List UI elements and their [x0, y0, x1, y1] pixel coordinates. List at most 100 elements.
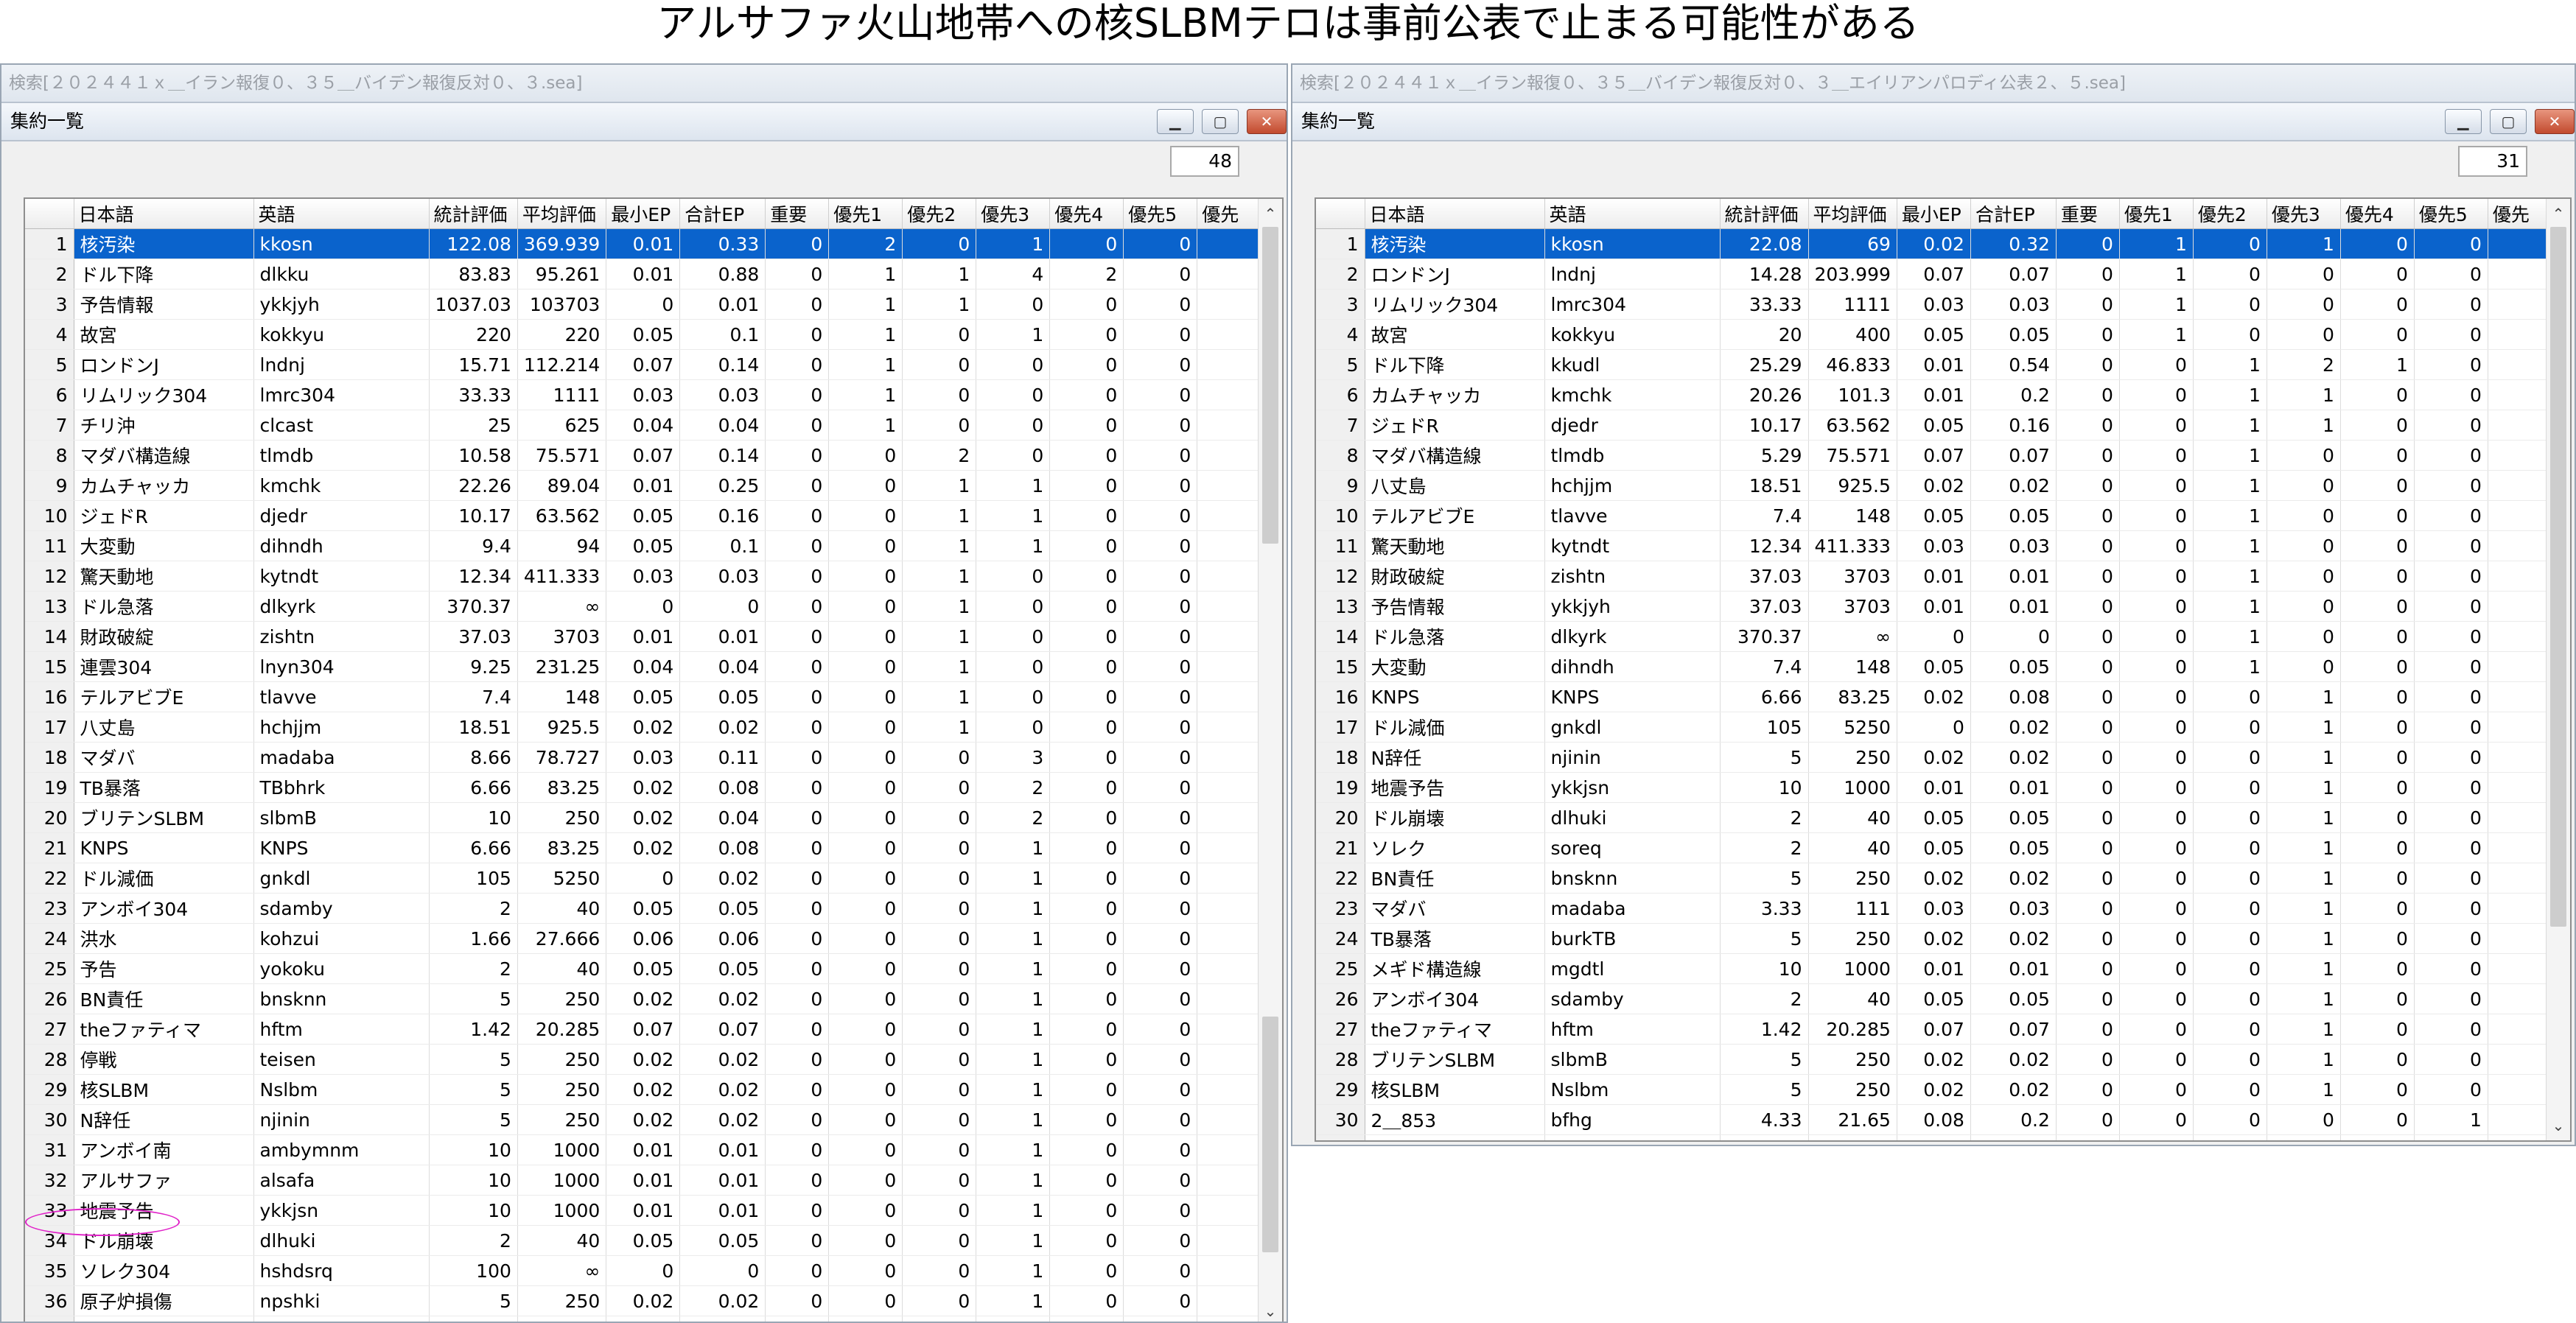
table-row[interactable]: 26 アンボイ304 sdamby 2 40 0.05 0.05 0 0 0 1 0 0 [1316, 983, 2547, 1014]
table-row[interactable]: 18 N辞任 njinin 5 250 0.02 0.02 0 0 0 1 0 0 [1316, 742, 2547, 773]
table-row[interactable]: 11 大変動 dihndh 9.4 94 0.05 0.1 0 0 1 1 0 0 [25, 530, 1260, 561]
table-row[interactable]: 13 ドル急落 dlkyrk 370.37 ∞ 0 0 0 0 1 0 0 0 [25, 591, 1260, 622]
vertical-scrollbar[interactable]: ⌃ ⌄ [2546, 199, 2570, 1140]
table-row[interactable]: 30 2＿853 bfhg 4.33 21.65 0.08 0.2 0 0 0 0 0 1 [1316, 1104, 2547, 1135]
count-field[interactable]: 48 [1170, 146, 1239, 177]
table-row[interactable]: 12 驚天動地 kytndt 12.34 411.333 0.03 0.03 0 0 1 0 0 0 [25, 561, 1260, 592]
table-row[interactable]: 22 ドル減価 gnkdl 105 5250 0 0.02 0 0 0 1 0 0 [25, 863, 1260, 894]
table-row[interactable]: 26 BN責任 bnsknn 5 250 0.02 0.02 0 0 0 1 0 0 [25, 983, 1260, 1014]
column-header[interactable]: 最小EP [606, 199, 681, 229]
column-header[interactable]: 平均評価 [517, 199, 607, 229]
column-header[interactable]: 合計EP [679, 199, 766, 229]
table-row[interactable]: 3 予告情報 ykkjyh 1037.03 103703 0 0.01 0 1 1 0 0 0 [25, 289, 1260, 320]
column-header[interactable]: 英語 [1544, 199, 1721, 229]
table-row[interactable]: 9 カムチャッカ kmchk 22.26 89.04 0.01 0.25 0 0 1 1 0 0 [25, 470, 1260, 501]
table-row[interactable]: 19 地震予告 ykkjsn 10 1000 0.01 0.01 0 0 0 1 0 0 [1316, 772, 2547, 803]
table-row[interactable]: 34 ドル崩壊 dlhuki 2 40 0.05 0.05 0 0 0 1 0 0 [25, 1225, 1260, 1256]
scroll-thumb[interactable] [2550, 227, 2566, 927]
table-row[interactable]: 14 財政破綻 zishtn 37.03 3703 0.01 0.01 0 0 1 0 0 0 [25, 621, 1260, 652]
table-row[interactable]: 31KNPPknpp1.4220.2850.070.07000000 [1316, 1134, 2547, 1140]
table-row[interactable]: 4 故宮 kokkyu 20 400 0.05 0.05 0 1 0 0 0 0 [1316, 319, 2547, 350]
table-row[interactable]: 12 財政破綻 zishtn 37.03 3703 0.01 0.01 0 0 1 0 0 0 [1316, 561, 2547, 592]
vertical-scrollbar[interactable]: ⌃ ⌄ [1258, 199, 1282, 1322]
table-row[interactable]: 10 テルアビブE tlavve 7.4 148 0.05 0.05 0 0 1 0 0 0 [1316, 500, 2547, 531]
table-row[interactable]: 2 ロンドンJ lndnj 14.28 203.999 0.07 0.07 0 1 0 0 0 0 [1316, 259, 2547, 289]
scroll-down-icon[interactable]: ⌄ [1259, 1299, 1282, 1322]
table-row[interactable]: 19 TB暴落 TBbhrk 6.66 83.25 0.02 0.08 0 0 0 2 0 0 [25, 772, 1260, 803]
column-header[interactable]: 優先3 [976, 199, 1051, 229]
table-row[interactable]: 5 ドル下降 kkudl 25.29 46.833 0.01 0.54 0 0 1 2 1 0 [1316, 349, 2547, 380]
column-header[interactable]: 優先5 [2414, 199, 2488, 229]
table-row[interactable]: 29 核SLBM Nslbm 5 250 0.02 0.02 0 0 0 1 0 0 [25, 1074, 1260, 1105]
column-header[interactable]: 合計EP [1970, 199, 2057, 229]
table-row[interactable]: 18 マダバ madaba 8.66 78.727 0.03 0.11 0 0 0 3 0 0 [25, 742, 1260, 773]
close-button[interactable]: ✕ [2535, 109, 2575, 134]
table-row[interactable]: 8 マダバ構造線 tlmdb 10.58 75.571 0.07 0.14 0 0 2 0 0 0 [25, 440, 1260, 471]
table-row[interactable]: 25 メギド構造線 mgdtl 10 1000 0.01 0.01 0 0 0 1 0 0 [1316, 953, 2547, 984]
table-row[interactable]: 5 ロンドンJ lndnj 15.71 112.214 0.07 0.14 0 1 0 0 0 0 [25, 349, 1260, 380]
table-row[interactable]: 7 チリ沖 clcast 25 625 0.04 0.04 0 1 0 0 0 0 [25, 410, 1260, 441]
column-header[interactable]: 日本語 [1365, 199, 1545, 229]
table-row[interactable]: 29 核SLBM Nslbm 5 250 0.02 0.02 0 0 0 1 0 0 [1316, 1074, 2547, 1105]
table-row[interactable]: 28 停戦 teisen 5 250 0.02 0.02 0 0 0 1 0 0 [25, 1044, 1260, 1075]
column-header[interactable]: 優先2 [2193, 199, 2267, 229]
table-row[interactable]: 7 ジェドR djedr 10.17 63.562 0.05 0.16 0 0 1 1 0 0 [1316, 410, 2547, 441]
scroll-up-icon[interactable]: ⌃ [2547, 202, 2570, 225]
count-field[interactable]: 31 [2458, 146, 2527, 177]
column-header[interactable]: 優先1 [828, 199, 903, 229]
table-row[interactable]: 35 ソレク304 hshdsrq 100 ∞ 0 0 0 0 0 1 0 0 [25, 1255, 1260, 1286]
table-row[interactable]: 32 アルサファ alsafa 10 1000 0.01 0.01 0 0 0 1 0 0 [25, 1165, 1260, 1196]
column-header[interactable]: 優先 [1197, 199, 1260, 229]
column-header[interactable]: 日本語 [74, 199, 254, 229]
table-row[interactable]: 33 地震予告 ykkjsn 10 1000 0.01 0.01 0 0 0 1 0 0 [25, 1195, 1260, 1226]
table-row[interactable]: 16 KNPS KNPS 6.66 83.25 0.02 0.08 0 0 0 1 0 0 [1316, 681, 2547, 712]
table-row[interactable]: 2 ドル下降 dlkku 83.83 95.261 0.01 0.88 0 1 1 4 2 0 [25, 259, 1260, 289]
table-row[interactable]: 1 核汚染 kkosn 22.08 69 0.02 0.32 0 1 0 1 0 0 [1316, 228, 2547, 259]
table-row[interactable]: 30 N辞任 njinin 5 250 0.02 0.02 0 0 0 1 0 0 [25, 1104, 1260, 1135]
results-grid[interactable]: 日本語 英語 統計評価 平均評価 最小EP 合計EP 重要 優先1 優先2 優先3 優先4 優先5 優先… [24, 197, 1284, 1322]
column-header[interactable]: 重要 [765, 199, 830, 229]
maximize-button[interactable]: ▢ [2489, 109, 2527, 134]
maximize-button[interactable]: ▢ [1201, 109, 1239, 134]
minimize-button[interactable]: ▁ [2444, 109, 2482, 134]
column-header[interactable]: 英語 [253, 199, 430, 229]
column-header[interactable]: 優先1 [2119, 199, 2194, 229]
table-row[interactable]: 27 theファティマ hftm 1.42 20.285 0.07 0.07 0 0 0 1 0 0 [1316, 1014, 2547, 1045]
column-header[interactable]: 優先5 [1123, 199, 1198, 229]
results-grid[interactable]: 日本語 英語 統計評価 平均評価 最小EP 合計EP 重要 優先1 優先2 優先3 優先4 優先5 優先… [1315, 197, 2572, 1142]
table-row[interactable]: 23 マダバ madaba 3.33 111 0.03 0.03 0 0 0 1 0 0 [1316, 893, 2547, 924]
table-row[interactable]: 20 ドル崩壊 dlhuki 2 40 0.05 0.05 0 0 0 1 0 0 [1316, 802, 2547, 833]
table-row[interactable]: 3 リムリック304 lmrc304 33.33 1111 0.03 0.03 0 1 0 0 0 0 [1316, 289, 2547, 320]
table-row[interactable]: 27 theファティマ hftm 1.42 20.285 0.07 0.07 0 0 0 1 0 0 [25, 1014, 1260, 1045]
table-row[interactable]: 22 BN責任 bnsknn 5 250 0.02 0.02 0 0 0 1 0 0 [1316, 863, 2547, 894]
table-row[interactable]: 11 驚天動地 kytndt 12.34 411.333 0.03 0.03 0 0 1 0 0 0 [1316, 530, 2547, 561]
column-header[interactable]: 平均評価 [1808, 199, 1897, 229]
column-header-index[interactable] [1316, 199, 1365, 229]
table-row[interactable]: 15 連雲304 lnyn304 9.25 231.25 0.04 0.04 0 0 1 0 0 0 [25, 651, 1260, 682]
table-row[interactable]: 10 ジェドR djedr 10.17 63.562 0.05 0.16 0 0 1 1 0 0 [25, 500, 1260, 531]
table-row[interactable]: 24 TB暴落 burkTB 5 250 0.02 0.02 0 0 0 1 0 0 [1316, 923, 2547, 954]
table-row[interactable]: 6 カムチャッカ kmchk 20.26 101.3 0.01 0.2 0 0 1 1 0 0 [1316, 379, 2547, 410]
column-header[interactable]: 優先3 [2267, 199, 2341, 229]
table-row[interactable]: 16 テルアビブE tlavve 7.4 148 0.05 0.05 0 0 1 0 0 0 [25, 681, 1260, 712]
close-button[interactable]: ✕ [1247, 109, 1287, 134]
scroll-down-icon[interactable]: ⌄ [2547, 1114, 2570, 1137]
table-row[interactable]: 37BN停戦tisnbn1010000.010.01000100 [25, 1316, 1260, 1322]
table-row[interactable]: 17 八丈島 hchjjm 18.51 925.5 0.02 0.02 0 0 1 0 0 0 [25, 712, 1260, 743]
column-header[interactable]: 優先2 [902, 199, 977, 229]
table-row[interactable]: 24 洪水 kohzui 1.66 27.666 0.06 0.06 0 0 0 1 0 0 [25, 923, 1260, 954]
table-row[interactable]: 36 原子炉損傷 npshki 5 250 0.02 0.02 0 0 0 1 0 0 [25, 1285, 1260, 1316]
column-header[interactable]: 優先4 [1049, 199, 1124, 229]
minimize-button[interactable]: ▁ [1156, 109, 1194, 134]
scroll-thumb[interactable] [1262, 227, 1278, 544]
column-header[interactable]: 優先4 [2340, 199, 2415, 229]
column-header[interactable]: 重要 [2056, 199, 2120, 229]
table-row[interactable]: 17 ドル減価 gnkdl 105 5250 0 0.02 0 0 0 1 0 0 [1316, 712, 2547, 743]
scroll-up-icon[interactable]: ⌃ [1259, 202, 1282, 225]
column-header[interactable]: 統計評価 [429, 199, 518, 229]
table-row[interactable]: 14 ドル急落 dlkyrk 370.37 ∞ 0 0 0 0 1 0 0 0 [1316, 621, 2547, 652]
table-row[interactable]: 25 予告 yokoku 2 40 0.05 0.05 0 0 0 1 0 0 [25, 953, 1260, 984]
table-row[interactable]: 21 ソレク soreq 2 40 0.05 0.05 0 0 0 1 0 0 [1316, 832, 2547, 863]
scroll-thumb-lower[interactable] [1262, 1017, 1278, 1252]
table-row[interactable]: 4 故宮 kokkyu 220 220 0.05 0.1 0 1 0 1 0 0 [25, 319, 1260, 350]
